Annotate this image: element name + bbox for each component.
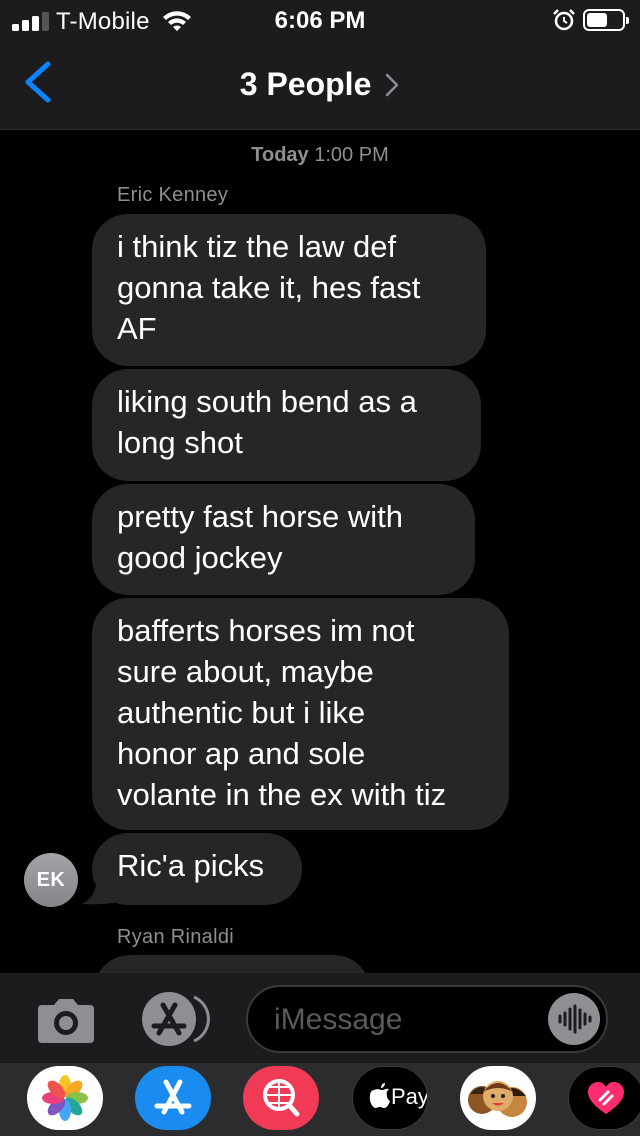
app-store-apps-icon[interactable] — [136, 991, 214, 1047]
message-line: volante in the ex with tiz — [117, 777, 447, 812]
battery-icon — [583, 9, 629, 31]
message-input[interactable]: iMessage — [246, 985, 608, 1053]
message-line: pretty fast horse with — [117, 499, 404, 534]
app-store-icon[interactable] — [135, 1066, 211, 1130]
message-input-placeholder: iMessage — [274, 1003, 403, 1036]
conversation-timestamp: Today 1:00 PM — [0, 144, 640, 167]
apple-pay-label: Pay — [391, 1084, 428, 1109]
message-line: honor ap and sole — [117, 736, 366, 771]
battery-level — [587, 13, 607, 27]
message-bubble[interactable]: liking south bend as a long shot — [92, 369, 481, 481]
memoji-icon[interactable] — [460, 1066, 536, 1130]
message-line: good jockey — [117, 540, 283, 575]
status-time: 6:06 PM — [274, 7, 366, 34]
message-line: liking south bend as a — [117, 384, 417, 419]
message-bubble[interactable]: Ric'a picks — [92, 833, 302, 905]
message-line: sure about, maybe — [117, 654, 374, 689]
input-bar: iMessage — [0, 973, 640, 1063]
sender-name: Eric Kenney — [117, 184, 229, 206]
message-bubble[interactable]: bafferts horses im not sure about, maybe… — [92, 598, 509, 830]
digital-touch-icon[interactable] — [568, 1066, 640, 1130]
audio-waveform-icon[interactable] — [548, 993, 600, 1045]
status-bar: T-Mobile 6:06 PM — [0, 0, 640, 40]
conversation-title[interactable]: 3 People — [0, 64, 640, 103]
message-line: authentic but i like — [117, 695, 366, 730]
message-line: long shot — [117, 425, 243, 460]
app-drawer: Pay — [0, 1063, 640, 1136]
chevron-right-icon — [386, 73, 399, 96]
timestamp-time: 1:00 PM — [314, 144, 389, 166]
sender-name: Ryan Rinaldi — [117, 926, 234, 948]
photos-icon[interactable] — [27, 1066, 103, 1130]
message-line: Ric'a picks — [117, 848, 265, 883]
message-bubble[interactable]: pretty fast horse with good jockey — [92, 484, 475, 595]
timestamp-day: Today — [251, 144, 309, 166]
alarm-icon — [553, 9, 575, 31]
web-images-icon[interactable] — [243, 1066, 319, 1130]
message-line: i think tiz the law def — [117, 229, 397, 264]
camera-icon[interactable] — [34, 997, 98, 1045]
apple-pay-icon[interactable]: Pay — [352, 1066, 428, 1130]
message-bubble[interactable]: i think tiz the law def gonna take it, h… — [92, 214, 486, 366]
message-line: bafferts horses im not — [117, 613, 415, 648]
conversation-title-label: 3 People — [239, 66, 372, 103]
avatar[interactable]: EK — [24, 853, 78, 907]
navigation-bar: 3 People — [0, 40, 640, 130]
message-line: gonna take it, hes fast — [117, 270, 421, 305]
message-line: AF — [117, 311, 157, 346]
